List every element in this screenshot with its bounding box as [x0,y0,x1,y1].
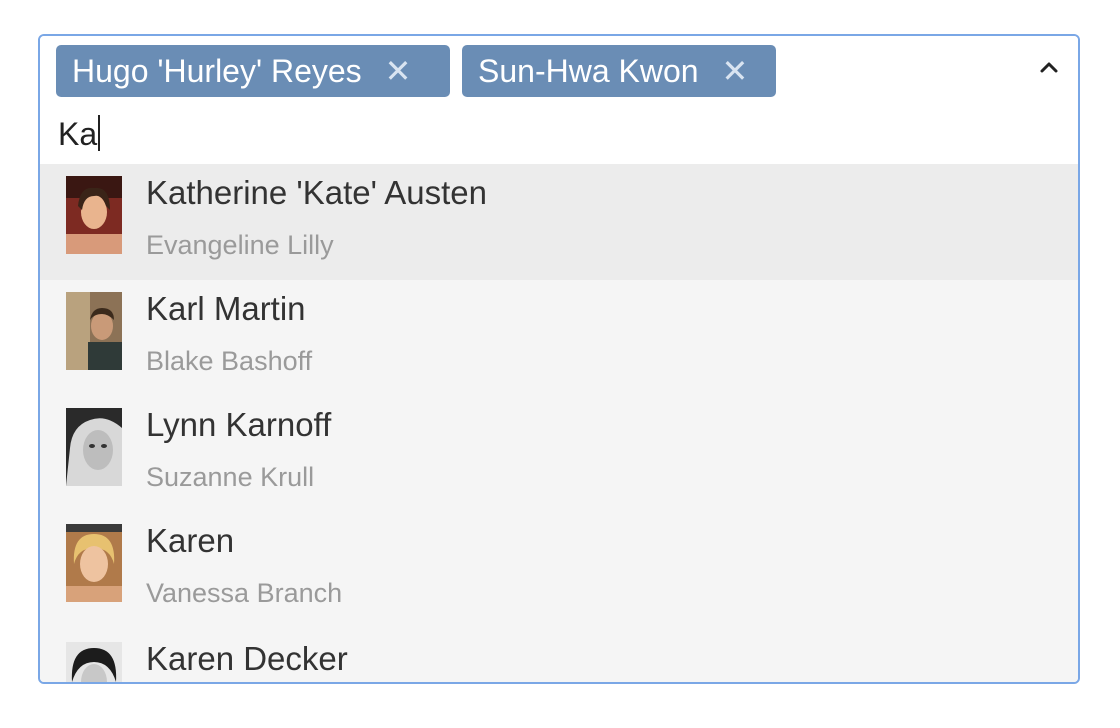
option-actor: Vanessa Branch [146,578,343,608]
avatar [66,408,122,486]
avatar [66,642,122,682]
avatar [66,292,122,370]
avatar [66,176,122,254]
tag-remove-icon[interactable]: ✕ [385,45,412,97]
select-control[interactable]: Hugo 'Hurley' Reyes ✕ Sun-Hwa Kwon ✕ Ka [40,36,1078,165]
option-name: Lynn Karnoff [146,406,332,443]
option-name: Karen Decker [146,640,348,677]
options-menu[interactable]: Katherine 'Kate' Austen Evangeline Lilly… [40,164,1078,682]
text-caret [98,115,101,151]
option-item[interactable]: Karen Vanessa Branch [40,512,1078,628]
option-actor: Suzanne Krull [146,462,315,492]
chevron-up-icon[interactable] [1038,56,1060,78]
option-name: Katherine 'Kate' Austen [146,174,488,211]
option-item[interactable]: Karl Martin Blake Bashoff [40,280,1078,396]
selected-tag: Sun-Hwa Kwon ✕ [462,45,776,97]
tag-label: Sun-Hwa Kwon [478,53,699,89]
tag-label: Hugo 'Hurley' Reyes [72,53,362,89]
avatar [66,524,122,602]
search-value: Ka [58,116,98,152]
option-name: Karen [146,522,235,559]
multi-select-widget[interactable]: Hugo 'Hurley' Reyes ✕ Sun-Hwa Kwon ✕ Ka … [38,34,1080,684]
option-item[interactable]: Lynn Karnoff Suzanne Krull [40,396,1078,512]
option-item[interactable]: Katherine 'Kate' Austen Evangeline Lilly [40,164,1078,280]
tag-remove-icon[interactable]: ✕ [721,45,748,97]
option-name: Karl Martin [146,290,306,327]
search-input[interactable]: Ka [58,112,101,156]
option-item[interactable]: Karen Decker [40,630,1078,682]
option-actor: Evangeline Lilly [146,230,334,260]
option-actor: Blake Bashoff [146,346,313,376]
selected-tag: Hugo 'Hurley' Reyes ✕ [56,45,450,97]
